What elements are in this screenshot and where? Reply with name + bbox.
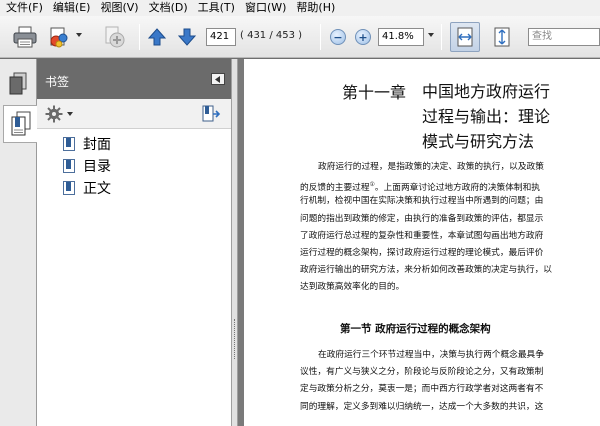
bookmarks-icon	[11, 111, 30, 136]
bookmarks-panel: 书签 封面 目录 正文	[37, 59, 231, 426]
bookmark-icon	[63, 159, 75, 173]
chapter-title: 中国地方政府运行 过程与输出：理论 模式与研究方法	[422, 79, 550, 154]
splitter-grip[interactable]	[234, 319, 236, 359]
bookmark-contents[interactable]: 目录	[37, 155, 231, 177]
toolbar-separator	[320, 24, 321, 50]
previous-page-button[interactable]	[146, 22, 168, 52]
navigation-pane-strip	[0, 59, 37, 426]
text-line: 行机制，检视中国在实际决策和执行过程当中所遇到的问题；由	[300, 196, 544, 207]
fit-page-icon	[494, 27, 510, 47]
pdf-reader-window: 文件(F) 编辑(E) 视图(V) 文档(D) 工具(T) 窗口(W) 帮助(H…	[0, 0, 600, 426]
page-number-input[interactable]: 421	[206, 28, 236, 46]
arrow-down-icon	[177, 28, 197, 46]
collaborate-icon	[105, 26, 125, 48]
menu-edit[interactable]: 编辑(E)	[49, 0, 97, 16]
arrow-up-icon	[147, 28, 167, 46]
collapse-panel-button[interactable]	[211, 73, 225, 85]
zoom-in-icon: +	[355, 29, 371, 45]
text-fragment: 的反馈的主要过程	[300, 183, 370, 194]
pages-icon	[9, 72, 27, 95]
options-menu-button[interactable]	[45, 105, 73, 123]
chapter-number: 第十一章	[342, 83, 407, 102]
bookmark-icon	[63, 137, 75, 151]
printer-icon	[13, 26, 37, 48]
pages-panel-button[interactable]	[2, 65, 34, 103]
text-fragment: 。上面两章讨论过地方政府的决策体制和执	[374, 183, 540, 194]
text-line: 了政府运行总过程的复杂性和重要性，本章试图勾画出地方政府	[300, 230, 544, 241]
gear-icon	[45, 105, 63, 123]
text-line: 问题的指出到政策的修定，由执行的准备到政策的评估，都显示	[300, 213, 544, 224]
print-button[interactable]	[10, 22, 40, 52]
chapter-title-line: 中国地方政府运行	[422, 82, 551, 101]
menu-bar: 文件(F) 编辑(E) 视图(V) 文档(D) 工具(T) 窗口(W) 帮助(H…	[0, 0, 600, 16]
bookmarks-panel-header: 书签	[37, 59, 231, 99]
text-line: 政府运行输出的研究方法，来分析如何改善政策的决定与执行，以	[300, 265, 552, 276]
menu-help[interactable]: 帮助(H)	[292, 0, 341, 16]
toolbar: 421 ( 431 / 453 ) − + 41.8% 查找	[0, 16, 600, 58]
intro-paragraph: 政府运行的过程，是指政策的决定、政策的执行，以及政策 的反馈的主要过程①。上面两…	[300, 159, 598, 297]
share-dropdown-icon[interactable]	[76, 33, 82, 37]
bookmarks-panel-title: 书签	[45, 75, 70, 89]
menu-tools[interactable]: 工具(T)	[194, 0, 241, 16]
section-paragraph: 在政府运行三个环节过程当中，决策与执行两个概念最具争 议性，有广义与狭义之分，阶…	[300, 347, 598, 416]
text-line: 政府运行的过程，是指政策的决定、政策的执行，以及政策	[318, 162, 544, 172]
zoom-out-icon: −	[330, 29, 346, 45]
toolbar-separator	[441, 24, 442, 50]
text-line: 的反馈的主要过程①。上面两章讨论过地方政府的决策体制和执	[300, 176, 598, 193]
document-view[interactable]: 第十一章 中国地方政府运行 过程与输出：理论 模式与研究方法 政府运行的过程，是…	[238, 59, 600, 426]
bookmark-label: 正文	[83, 181, 111, 197]
share-button[interactable]	[46, 22, 72, 52]
collaborate-button[interactable]	[98, 22, 128, 52]
section-heading: 第一节 政府运行过程的概念架构	[340, 323, 491, 335]
text-line: 同的理解，定义多到难以归纳统一，达成一个大多数的共识，这	[300, 401, 544, 412]
text-line: 议性，有广义与狭义之分，阶段论与反阶段论之分，又有政策制	[300, 367, 544, 378]
zoom-out-button[interactable]: −	[328, 22, 348, 52]
menu-window[interactable]: 窗口(W)	[241, 0, 292, 16]
text-line: 运行过程的概念架构，探讨政府运行过程的理论模式，最后评价	[300, 247, 544, 258]
bookmark-cover[interactable]: 封面	[37, 133, 231, 155]
text-line: 在政府运行三个环节过程当中，决策与执行两个概念最具争	[318, 350, 544, 360]
document-page: 第十一章 中国地方政府运行 过程与输出：理论 模式与研究方法 政府运行的过程，是…	[244, 59, 600, 426]
menu-view[interactable]: 视图(V)	[96, 0, 144, 16]
bookmarks-panel-button[interactable]	[3, 105, 37, 143]
menu-file[interactable]: 文件(F)	[2, 0, 49, 16]
expand-bookmark-button[interactable]	[201, 105, 221, 126]
zoom-in-button[interactable]: +	[353, 22, 373, 52]
text-line: 达到政策高效率化的目的。	[300, 282, 405, 293]
zoom-level-input[interactable]: 41.8%	[378, 28, 424, 46]
fit-width-icon	[457, 27, 473, 47]
zoom-dropdown-icon[interactable]	[428, 33, 434, 37]
fit-page-button[interactable]	[488, 22, 516, 52]
bookmark-list: 封面 目录 正文	[37, 133, 231, 199]
search-input[interactable]: 查找	[528, 28, 600, 46]
bookmark-go-icon	[202, 105, 221, 122]
page-count-label: ( 431 / 453 )	[240, 30, 303, 41]
bookmark-icon	[63, 181, 75, 195]
panel-splitter[interactable]	[231, 59, 238, 426]
next-page-button[interactable]	[176, 22, 198, 52]
chapter-title-line: 过程与输出：理论	[422, 107, 551, 126]
bookmarks-options-bar	[37, 99, 231, 129]
chevron-down-icon	[67, 112, 73, 116]
chevron-left-icon	[215, 75, 220, 83]
bookmark-label: 封面	[83, 137, 111, 153]
fit-width-button[interactable]	[450, 22, 480, 52]
toolbar-separator	[139, 24, 140, 50]
share-icon	[50, 27, 68, 48]
text-line: 定与政策分析之分，莫衷一是；而中西方行政学者对这两者有不	[300, 384, 544, 395]
chapter-title-line: 模式与研究方法	[422, 132, 535, 151]
bookmark-body[interactable]: 正文	[37, 177, 231, 199]
bookmark-label: 目录	[83, 159, 111, 175]
menu-document[interactable]: 文档(D)	[145, 0, 194, 16]
